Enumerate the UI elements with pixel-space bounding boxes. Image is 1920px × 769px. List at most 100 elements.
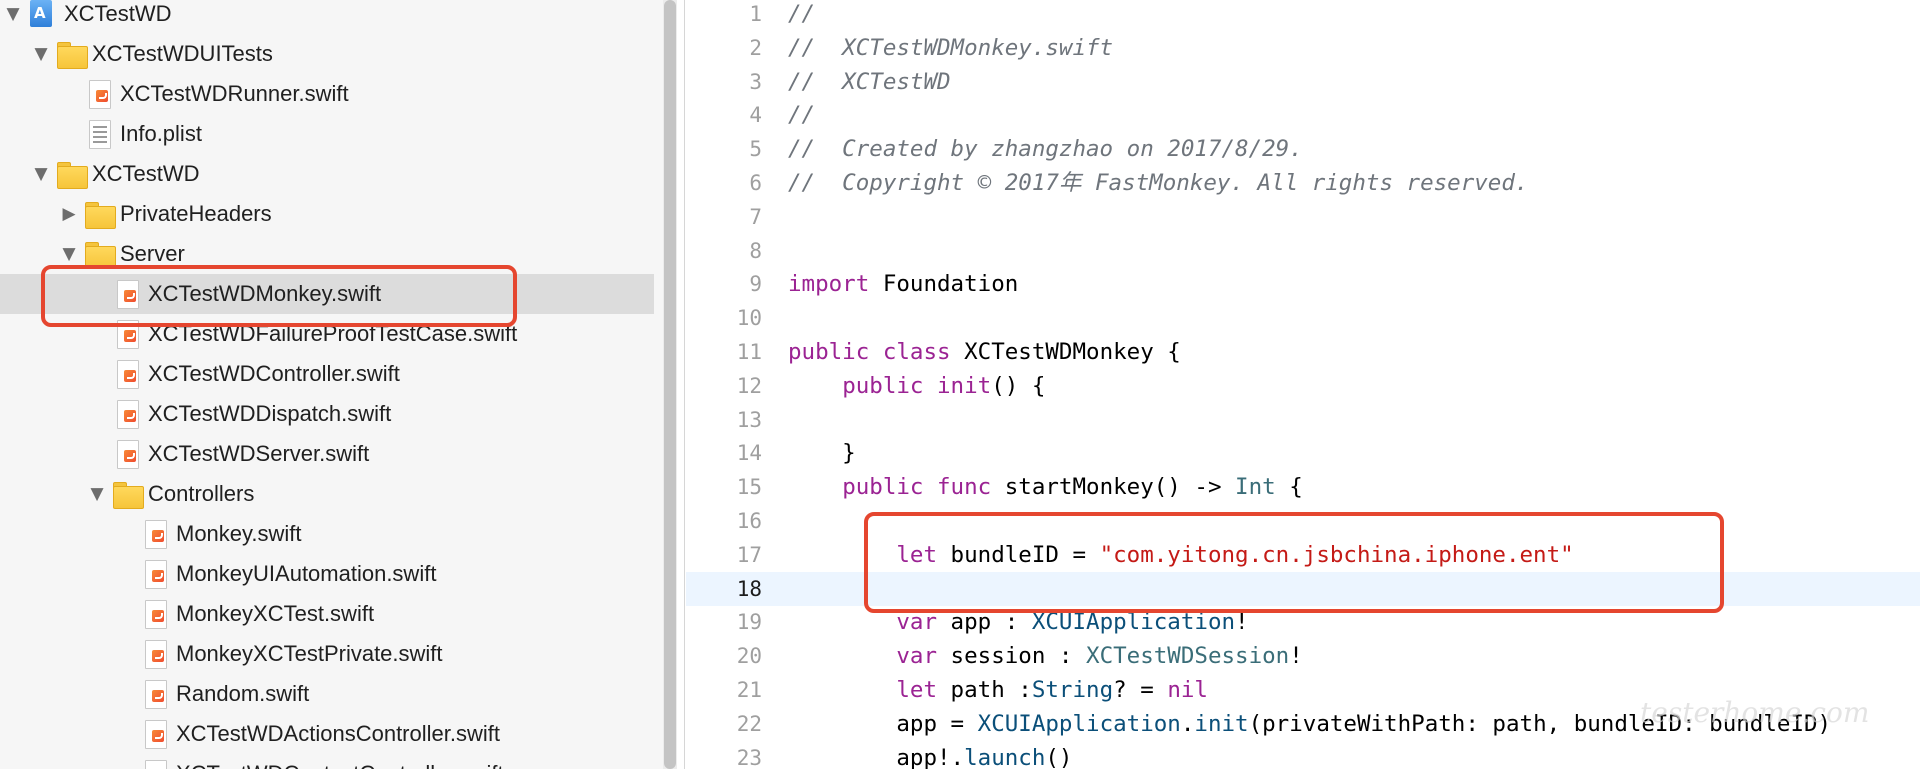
navigator-row[interactable]: XCTestWDContextController.swift: [0, 754, 654, 769]
line-number: 6: [749, 171, 762, 195]
line-number: 11: [736, 340, 762, 364]
code-line[interactable]: 18: [686, 572, 1920, 606]
swift-file-icon: [112, 439, 142, 469]
code-token-plain: app =: [788, 710, 978, 737]
line-number: 4: [749, 103, 762, 128]
navigator-row[interactable]: MonkeyUIAutomation.swift: [0, 554, 654, 594]
swift-file-icon: [140, 679, 170, 709]
line-number: 13: [736, 407, 762, 432]
code-token-keyword: var: [896, 643, 938, 670]
navigator-row-label: XCTestWDMonkey.swift: [148, 281, 382, 306]
disclosure-expanded-icon[interactable]: ▼: [32, 45, 50, 63]
swift-file-icon: [140, 759, 170, 769]
navigator-row[interactable]: XCTestWDController.swift: [0, 354, 654, 394]
swift-file-icon: [84, 79, 114, 109]
navigator-row[interactable]: Random.swift: [0, 674, 654, 714]
navigator-row[interactable]: Monkey.swift: [0, 514, 654, 554]
code-token-plain: XCTestWDMonkey {: [950, 339, 1181, 365]
navigator-row[interactable]: ▼ Controllers: [0, 474, 654, 514]
code-line[interactable]: 15 public func startMonkey() -> Int {: [686, 470, 1920, 504]
code-text: // XCTestWDMonkey.swift: [788, 31, 1113, 65]
code-line[interactable]: 6 // Copyright © 2017年 FastMonkey. All ri…: [686, 166, 1920, 200]
code-token-plain: (): [1045, 744, 1073, 769]
code-line[interactable]: 9 import Foundation: [686, 267, 1920, 301]
navigator-row[interactable]: ▶ PrivateHeaders: [0, 194, 654, 234]
code-token-plain: startMonkey() ->: [991, 474, 1236, 501]
code-line[interactable]: 19 var app : XCUIApplication!: [686, 605, 1920, 639]
line-number: 3: [749, 69, 762, 94]
code-token-comment: //: [788, 1, 816, 27]
folder-icon: [112, 479, 144, 509]
code-line[interactable]: 7: [686, 200, 1920, 234]
code-token-comment: // Created by zhangzhao on 2017/8/29.: [788, 136, 1303, 163]
code-line[interactable]: 3 // XCTestWD: [686, 65, 1920, 99]
code-token-typename: init: [1194, 710, 1249, 737]
navigator-row[interactable]: XCTestWDMonkey.swift: [0, 274, 654, 314]
code-line[interactable]: 16: [686, 504, 1920, 538]
code-token-plain: () {: [991, 372, 1046, 399]
disclosure-expanded-icon[interactable]: ▼: [32, 165, 50, 183]
navigator-row[interactable]: XCTestWDDispatch.swift: [0, 394, 654, 434]
swift-file-icon: [112, 319, 142, 349]
code-text: import Foundation: [788, 267, 1018, 301]
code-text: // Copyright © 2017年 FastMonkey. All rig…: [788, 166, 1528, 200]
navigator-row[interactable]: XCTestWDServer.swift: [0, 434, 654, 474]
swift-file-icon: [112, 399, 142, 429]
code-line[interactable]: 10: [686, 301, 1920, 335]
navigator-row[interactable]: ▼ Server: [0, 234, 654, 274]
navigator-row[interactable]: MonkeyXCTestPrivate.swift: [0, 634, 654, 674]
code-text: public init() {: [788, 369, 1045, 403]
disclosure-expanded-icon[interactable]: ▼: [88, 485, 106, 503]
line-number: 22: [736, 711, 762, 736]
folder-icon: [84, 199, 116, 229]
code-editor[interactable]: 1 // 2 // XCTestWDMonkey.swift 3 // XCTestWD 4…: [686, 0, 1920, 769]
code-line[interactable]: 23 app!.launch(): [686, 741, 1920, 769]
project-navigator: ▼ XCTestWD ▼ XCTestWDUITests XCTestWDRunner.…: [0, 0, 664, 769]
navigator-scroll-thumb[interactable]: [664, 0, 676, 769]
line-number: 15: [736, 475, 762, 500]
disclosure-expanded-icon[interactable]: ▼: [60, 245, 78, 263]
navigator-row-label: Server: [120, 241, 185, 266]
navigator-row[interactable]: Info.plist: [0, 114, 654, 154]
navigator-row-label: Controllers: [148, 481, 255, 506]
code-text: }: [788, 436, 856, 470]
code-line[interactable]: 2 // XCTestWDMonkey.swift: [686, 31, 1920, 65]
navigator-scrollbar[interactable]: [663, 0, 677, 769]
code-line[interactable]: 11 public class XCTestWDMonkey {: [686, 335, 1920, 369]
disclosure-expanded-icon[interactable]: ▼: [4, 5, 22, 23]
watermark: testerhome.com: [1640, 696, 1870, 729]
navigator-row-label: XCTestWDUITests: [92, 41, 273, 66]
code-line[interactable]: 4 //: [686, 98, 1920, 132]
code-line[interactable]: 5 // Created by zhangzhao on 2017/8/29.: [686, 132, 1920, 166]
code-text: let path :String? = nil: [788, 673, 1208, 707]
code-line[interactable]: 17 let bundleID = "com.yitong.cn.jsbchin…: [686, 538, 1920, 572]
navigator-row-label: XCTestWD: [92, 161, 200, 186]
navigator-row[interactable]: MonkeyXCTest.swift: [0, 594, 654, 634]
navigator-row-label: XCTestWDController.swift: [148, 361, 400, 386]
code-token-keyword: public init: [842, 372, 992, 399]
navigator-row[interactable]: XCTestWDFailureProofTestCase.swift: [0, 314, 654, 354]
code-line[interactable]: 1 //: [686, 0, 1920, 31]
code-token-string: "com.yitong.cn.jsbchina.iphone.ent": [1099, 541, 1574, 568]
navigator-row[interactable]: ▼ XCTestWDUITests: [0, 34, 654, 74]
navigator-row[interactable]: XCTestWDActionsController.swift: [0, 714, 654, 754]
navigator-row[interactable]: ▼ XCTestWD: [0, 154, 654, 194]
navigator-row[interactable]: XCTestWDRunner.swift: [0, 74, 654, 114]
code-token-keyword: nil: [1167, 677, 1208, 703]
navigator-row-label: MonkeyXCTestPrivate.swift: [176, 641, 443, 666]
code-line[interactable]: 20 var session : XCTestWDSession!: [686, 639, 1920, 673]
code-token-plain: !: [1289, 643, 1303, 670]
navigator-row[interactable]: ▼ XCTestWD: [0, 0, 654, 34]
code-token-typename: String: [1031, 677, 1114, 703]
code-line[interactable]: 13: [686, 403, 1920, 437]
code-line[interactable]: 12 public init() {: [686, 369, 1920, 403]
swift-file-icon: [140, 519, 170, 549]
pane-divider[interactable]: [684, 0, 685, 769]
line-number: 2: [749, 35, 762, 60]
code-line[interactable]: 14 }: [686, 436, 1920, 470]
disclosure-collapsed-icon[interactable]: ▶: [60, 205, 78, 223]
code-text: public func startMonkey() -> Int {: [788, 470, 1303, 504]
code-line[interactable]: 8: [686, 234, 1920, 268]
